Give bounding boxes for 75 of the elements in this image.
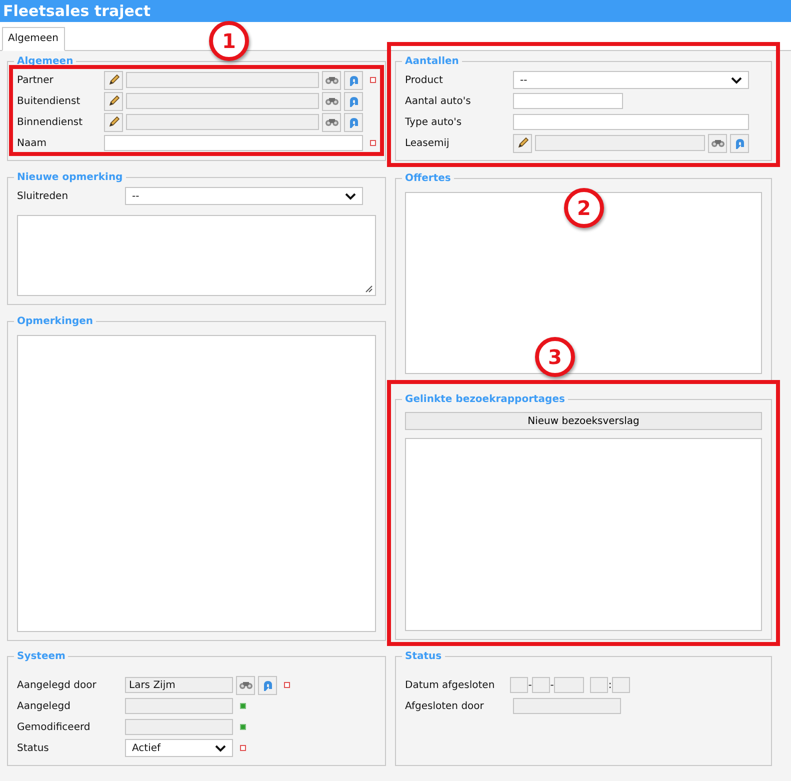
search-button[interactable] (322, 70, 341, 90)
hour-field[interactable] (590, 677, 608, 693)
dropdown[interactable]: -- (513, 71, 749, 89)
binoculars-icon (324, 117, 338, 127)
search-button[interactable] (708, 134, 727, 152)
field-label: Aangelegd door (17, 680, 98, 690)
field-label: Buitendienst (17, 96, 82, 106)
lookup-field[interactable] (535, 135, 705, 151)
section-title: Systeem (16, 651, 66, 662)
field-label: Partner (17, 74, 54, 86)
undo-button[interactable] (344, 92, 363, 110)
field-label: Binnendienst (17, 116, 84, 128)
field-label: Type auto's (405, 116, 463, 128)
section-title: Gelinkte bezoekrapportages (404, 394, 566, 405)
edit-button[interactable] (104, 112, 123, 132)
year-field[interactable] (554, 677, 584, 693)
edit-button[interactable] (104, 92, 123, 110)
search-button[interactable] (322, 92, 341, 110)
binoculars-icon (710, 138, 724, 148)
date-separator: - (550, 680, 554, 690)
date-separator: - (528, 680, 532, 690)
section-title: Nieuwe opmerking (16, 172, 124, 183)
lookup-field[interactable] (126, 72, 319, 88)
field-label: Aangelegd (17, 700, 72, 712)
new-report-button[interactable]: Nieuw bezoeksverslag (405, 412, 762, 430)
list-box[interactable] (405, 192, 762, 374)
edit-button[interactable] (104, 70, 123, 90)
text-field[interactable] (104, 135, 363, 151)
pencil-icon (516, 137, 528, 149)
undo-button[interactable] (344, 112, 363, 132)
time-separator: : (608, 680, 612, 690)
lookup-field[interactable]: Lars Zijm (125, 677, 233, 693)
chevron-down-icon (345, 192, 356, 200)
section-title: Opmerkingen (16, 316, 94, 327)
search-button[interactable] (236, 676, 255, 694)
lookup-field[interactable] (126, 93, 319, 109)
section-title: Status (404, 651, 443, 662)
field-label: Naam (17, 138, 48, 148)
field-label: Status (17, 742, 50, 754)
pencil-icon (108, 95, 120, 107)
pencil-icon (108, 74, 120, 86)
list-box[interactable] (405, 438, 762, 631)
section-title: Aantallen (404, 56, 460, 67)
day-field[interactable] (510, 677, 528, 693)
minute-field[interactable] (612, 677, 630, 693)
number-field[interactable] (513, 93, 623, 109)
undo-button[interactable] (258, 676, 277, 694)
chevron-down-icon (215, 744, 226, 752)
field-label: Aantal auto's (405, 96, 472, 106)
binoculars-icon (324, 96, 338, 106)
field-label: Datum afgesloten (405, 680, 496, 690)
month-field[interactable] (532, 677, 550, 693)
window-title: Fleetsales traject (0, 0, 791, 22)
lookup-field[interactable] (126, 114, 319, 130)
binoculars-icon (324, 75, 338, 85)
section-title: Offertes (404, 173, 452, 184)
field-label: Gemodificeerd (17, 722, 92, 732)
field-label: Afgesloten door (405, 700, 485, 712)
resize-grip-icon (365, 285, 373, 293)
text-field[interactable] (513, 114, 749, 130)
dropdown[interactable]: -- (125, 187, 363, 205)
edit-button[interactable] (513, 134, 532, 152)
undo-button[interactable] (344, 70, 363, 90)
field-label: Leasemij (405, 138, 450, 148)
comment-textarea[interactable] (17, 215, 376, 296)
undo-button[interactable] (730, 134, 749, 152)
dropdown[interactable]: Actief (125, 739, 233, 757)
field-label: Product (405, 74, 444, 86)
search-button[interactable] (322, 112, 341, 132)
tab[interactable]: Algemeen (2, 27, 65, 51)
binoculars-icon (238, 680, 252, 690)
section-title: Algemeen (16, 56, 74, 67)
field-label: Sluitreden (17, 190, 70, 202)
chevron-down-icon (731, 76, 742, 84)
pencil-icon (108, 116, 120, 128)
